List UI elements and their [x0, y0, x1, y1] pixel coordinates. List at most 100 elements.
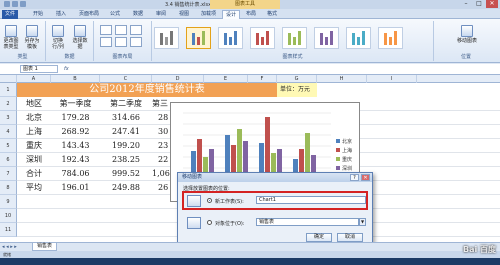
- column-header[interactable]: G: [277, 75, 317, 83]
- chart-style-thumb[interactable]: [346, 27, 371, 49]
- redo-icon[interactable]: [20, 1, 26, 7]
- layout-thumb[interactable]: [115, 37, 127, 47]
- fx-icon[interactable]: fx: [64, 65, 69, 73]
- cancel-button[interactable]: 取消: [337, 233, 363, 242]
- chart-style-thumb[interactable]: [314, 27, 339, 49]
- column-header[interactable]: H: [317, 75, 367, 83]
- value-cell[interactable]: 28: [152, 111, 172, 125]
- region-cell[interactable]: 重庆: [17, 139, 51, 153]
- quick-access-toolbar[interactable]: [4, 1, 34, 8]
- value-cell[interactable]: 179.28: [51, 111, 100, 125]
- tab-home[interactable]: 开始: [30, 10, 46, 19]
- row-header[interactable]: 11: [0, 223, 17, 237]
- header-cell[interactable]: 第三: [152, 97, 172, 111]
- save-icon[interactable]: [4, 1, 10, 7]
- row-header[interactable]: 2: [0, 97, 17, 111]
- value-cell[interactable]: 22: [152, 153, 172, 167]
- tab-review[interactable]: 审阅: [153, 10, 169, 19]
- value-cell[interactable]: 196.01: [51, 181, 100, 195]
- value-cell[interactable]: 314.66: [100, 111, 152, 125]
- object-in-radio[interactable]: [207, 220, 212, 225]
- value-cell[interactable]: 268.92: [51, 125, 100, 139]
- layout-thumb[interactable]: [100, 25, 112, 35]
- layout-thumb[interactable]: [130, 25, 142, 35]
- name-box[interactable]: 图表 1: [20, 65, 58, 73]
- chart-style-thumb[interactable]: [282, 27, 307, 49]
- row-header[interactable]: 8: [0, 181, 17, 195]
- column-header[interactable]: C: [100, 75, 152, 83]
- help-button[interactable]: ?: [350, 174, 359, 181]
- chart-style-thumb[interactable]: [218, 27, 243, 49]
- select-all-corner[interactable]: [0, 75, 17, 83]
- tab-formulas[interactable]: 公式: [107, 10, 123, 19]
- region-cell[interactable]: 深圳: [17, 153, 51, 167]
- sheet-nav-icon[interactable]: ◂ ◂ ▸ ▸: [2, 244, 17, 250]
- minimize-icon[interactable]: –: [460, 0, 472, 8]
- row-header[interactable]: 10: [0, 209, 17, 223]
- row-header[interactable]: 5: [0, 139, 17, 153]
- save-as-template-button[interactable]: 另存为模板: [24, 25, 40, 50]
- value-cell[interactable]: 999.52: [100, 167, 152, 181]
- tab-layout[interactable]: 布局: [243, 10, 259, 19]
- chevron-down-icon[interactable]: ▼: [359, 218, 366, 226]
- value-cell[interactable]: 249.88: [100, 181, 152, 195]
- value-cell[interactable]: 26: [152, 181, 172, 195]
- select-data-button[interactable]: 选择数据: [72, 25, 88, 50]
- row-header[interactable]: 4: [0, 125, 17, 139]
- header-cell[interactable]: 第二季度: [100, 97, 152, 111]
- row-header[interactable]: 9: [0, 195, 17, 209]
- region-cell[interactable]: 上海: [17, 125, 51, 139]
- tab-page-layout[interactable]: 页面布局: [76, 10, 102, 19]
- move-chart-button[interactable]: 移动图表: [456, 25, 478, 44]
- region-cell[interactable]: 合计: [17, 167, 51, 181]
- close-icon[interactable]: ✕: [486, 0, 498, 8]
- sheet-tab-sales[interactable]: 销售表: [32, 243, 58, 251]
- dialog-close-button[interactable]: ✕: [361, 174, 370, 181]
- column-header[interactable]: F: [248, 75, 277, 83]
- column-header[interactable]: B: [51, 75, 100, 83]
- value-cell[interactable]: 238.25: [100, 153, 152, 167]
- tab-data[interactable]: 数据: [130, 10, 146, 19]
- row-header[interactable]: 7: [0, 167, 17, 181]
- row-header[interactable]: 6: [0, 153, 17, 167]
- row-header[interactable]: 1: [0, 83, 17, 97]
- unit-cell[interactable]: 单位：万元: [277, 83, 317, 97]
- layout-thumb[interactable]: [100, 37, 112, 47]
- region-cell[interactable]: 平均: [17, 181, 51, 195]
- undo-icon[interactable]: [12, 1, 18, 7]
- value-cell[interactable]: 199.20: [100, 139, 152, 153]
- chart-style-thumb[interactable]: [154, 27, 179, 49]
- value-cell[interactable]: 192.43: [51, 153, 100, 167]
- chart-style-thumb-selected[interactable]: [186, 27, 211, 49]
- value-cell[interactable]: 143.43: [51, 139, 100, 153]
- region-cell[interactable]: 北京: [17, 111, 51, 125]
- tab-addins[interactable]: 加载项: [198, 10, 219, 19]
- column-header[interactable]: E: [204, 75, 248, 83]
- tab-format[interactable]: 格式: [264, 10, 280, 19]
- tab-design[interactable]: 设计: [222, 10, 241, 19]
- header-cell[interactable]: 第一季度: [51, 97, 100, 111]
- layout-thumb[interactable]: [115, 25, 127, 35]
- row-header[interactable]: 3: [0, 111, 17, 125]
- layout-thumb[interactable]: [130, 37, 142, 47]
- object-in-select[interactable]: 销售表: [256, 218, 359, 226]
- sheet-title-cell[interactable]: 公司2012年度销售统计表: [17, 83, 277, 97]
- header-cell[interactable]: 地区: [17, 97, 51, 111]
- column-header[interactable]: D: [152, 75, 204, 83]
- tab-insert[interactable]: 插入: [53, 10, 69, 19]
- change-chart-type-button[interactable]: 更改图表类型: [3, 25, 19, 50]
- column-header[interactable]: I: [367, 75, 417, 83]
- maximize-icon[interactable]: □: [473, 0, 485, 8]
- value-cell[interactable]: 1,06: [152, 167, 172, 181]
- chart-style-thumb[interactable]: [250, 27, 275, 49]
- value-cell[interactable]: 30: [152, 125, 172, 139]
- value-cell[interactable]: 784.06: [51, 167, 100, 181]
- value-cell[interactable]: 247.41: [100, 125, 152, 139]
- chart-style-thumb[interactable]: [378, 27, 403, 49]
- switch-row-column-button[interactable]: 切换行/列: [50, 25, 66, 50]
- value-cell[interactable]: 23: [152, 139, 172, 153]
- tab-view[interactable]: 视图: [176, 10, 192, 19]
- column-header[interactable]: A: [17, 75, 51, 83]
- tab-file[interactable]: 文件: [2, 10, 19, 19]
- ok-button[interactable]: 确定: [306, 233, 332, 242]
